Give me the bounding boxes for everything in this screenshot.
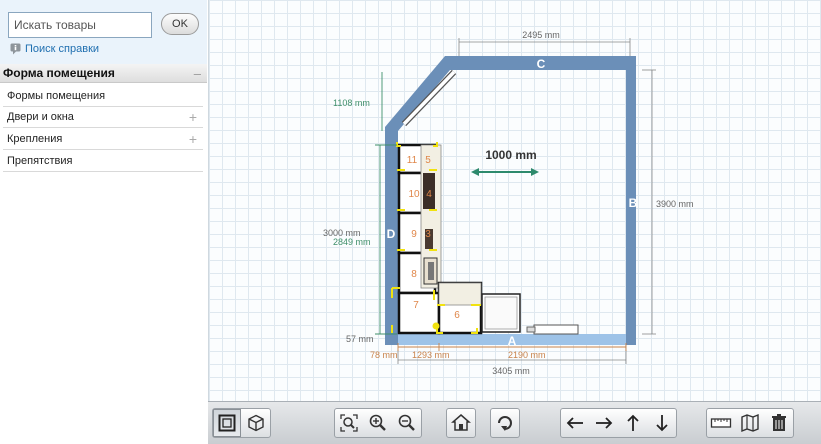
- wall-label-b[interactable]: B: [629, 196, 638, 210]
- bottom-toolbar: [208, 401, 821, 444]
- tools-group: [706, 408, 794, 438]
- dim-total-width: 3405 mm: [492, 366, 530, 376]
- move-group: [560, 408, 677, 438]
- move-up-button[interactable]: [619, 409, 647, 437]
- view-mode-group: [212, 408, 271, 438]
- cabinet-number[interactable]: 9: [411, 229, 417, 240]
- delete-button[interactable]: [765, 409, 793, 437]
- map-icon: [741, 413, 759, 433]
- help-icon: [10, 43, 21, 55]
- cabinet-number[interactable]: 4: [426, 189, 432, 200]
- rotate-group: [490, 408, 520, 438]
- view-2d-icon: [218, 414, 236, 432]
- move-left-button[interactable]: [561, 409, 589, 437]
- sidebar: OK Поиск справки Форма помещения – Формы…: [0, 0, 207, 444]
- dim-bottom-right: 2190 mm: [508, 350, 546, 360]
- arrow-up-icon: [627, 414, 639, 431]
- section-title: Форма помещения: [3, 66, 115, 80]
- search-area: OK Поиск справки: [0, 0, 207, 64]
- cabinet-number[interactable]: 11: [407, 155, 418, 166]
- dim-bottom-mid: 1293 mm: [412, 350, 450, 360]
- zoom-out-icon: [398, 414, 415, 431]
- scale-label: 1000 mm: [485, 148, 536, 162]
- dim-right-height: 3900 mm: [656, 199, 694, 209]
- view-2d-button[interactable]: [213, 409, 241, 437]
- search-ok-button[interactable]: OK: [161, 13, 199, 35]
- view-3d-button[interactable]: [242, 409, 270, 437]
- sidebar-item-obstacles[interactable]: Препятствия: [3, 151, 203, 172]
- dim-bottom-offset: 57 mm: [346, 334, 374, 344]
- zoom-in-icon: [369, 414, 386, 431]
- wall-label-a[interactable]: A: [508, 334, 517, 348]
- ruler-icon: [710, 418, 732, 428]
- dim-top-width: 2495 mm: [522, 30, 560, 40]
- sidebar-item-label: Формы помещения: [7, 90, 106, 102]
- floor-plan[interactable]: C B D A 11 5 10 4 9 3 8 7 6 1000 mm 2495…: [209, 0, 821, 401]
- wall-label-d[interactable]: D: [387, 227, 396, 241]
- zoom-group: [334, 408, 422, 438]
- scale-indicator: 1000 mm: [471, 148, 539, 176]
- rotate-button[interactable]: [491, 409, 519, 437]
- floor-plan-canvas[interactable]: C B D A 11 5 10 4 9 3 8 7 6 1000 mm 2495…: [208, 0, 821, 401]
- move-down-button[interactable]: [648, 409, 676, 437]
- section-room-shape[interactable]: Форма помещения –: [0, 64, 207, 83]
- home-button[interactable]: [447, 409, 475, 437]
- home-group: [446, 408, 476, 438]
- trash-icon: [772, 414, 786, 431]
- sidebar-item-label: Препятствия: [7, 155, 73, 167]
- zoom-fit-button[interactable]: [335, 409, 363, 437]
- sidebar-item-label: Двери и окна: [7, 111, 74, 123]
- arrow-right-icon: [596, 417, 613, 429]
- cabinet-column[interactable]: [397, 143, 442, 335]
- cabinet-number[interactable]: 7: [413, 300, 419, 311]
- cabinet-number[interactable]: 6: [454, 310, 460, 321]
- rotate-icon: [498, 416, 512, 431]
- measure-button[interactable]: [707, 409, 735, 437]
- move-right-button[interactable]: [590, 409, 618, 437]
- search-input[interactable]: [8, 12, 152, 38]
- cabinet-number[interactable]: 3: [425, 229, 431, 240]
- help-search-link[interactable]: Поиск справки: [10, 43, 99, 55]
- cabinet-number[interactable]: 5: [425, 155, 431, 166]
- arrow-down-icon: [656, 415, 668, 432]
- zoom-out-button[interactable]: [393, 409, 421, 437]
- sidebar-item-doors-windows[interactable]: Двери и окна +: [3, 107, 203, 128]
- map-button[interactable]: [736, 409, 764, 437]
- collapse-icon[interactable]: –: [194, 66, 201, 81]
- home-icon: [451, 414, 471, 431]
- wall-label-c[interactable]: C: [537, 57, 546, 71]
- sidebar-item-room-shapes[interactable]: Формы помещения: [3, 86, 203, 107]
- dim-corner-height: 1108 mm: [333, 98, 370, 108]
- dim-bottom-left: 78 mm: [370, 350, 398, 360]
- kitchen-planner-app: OK Поиск справки Форма помещения – Формы…: [0, 0, 821, 444]
- zoom-fit-icon: [340, 414, 358, 432]
- cabinet-number[interactable]: 8: [411, 269, 417, 280]
- cabinet-number[interactable]: 10: [408, 189, 420, 200]
- sidebar-item-label: Крепления: [7, 133, 63, 145]
- zoom-in-button[interactable]: [364, 409, 392, 437]
- sidebar-item-fixtures[interactable]: Крепления +: [3, 129, 203, 150]
- expand-icon[interactable]: +: [189, 109, 197, 125]
- arrow-left-icon: [566, 417, 583, 429]
- expand-icon[interactable]: +: [189, 131, 197, 147]
- view-3d-icon: [248, 414, 264, 432]
- dim-left-inner: 2849 mm: [333, 237, 371, 247]
- cabinet-bottom-row[interactable]: [437, 281, 579, 335]
- help-link-label: Поиск справки: [25, 43, 100, 55]
